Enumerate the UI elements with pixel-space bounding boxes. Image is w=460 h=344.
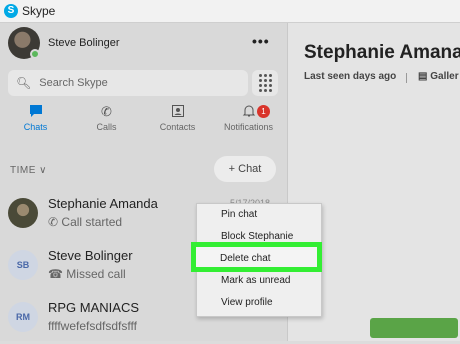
dialpad-button[interactable]	[252, 70, 278, 96]
chat-name: RPG MANIACS	[48, 300, 140, 315]
window-title: Skype	[22, 4, 56, 18]
title-bar: S Skype	[0, 0, 460, 23]
phone-icon: ✆	[101, 104, 112, 119]
menu-item-view-profile[interactable]: View profile	[197, 292, 321, 314]
watermark-logo	[370, 318, 458, 338]
profile-name[interactable]: Steve Bolinger	[48, 37, 120, 49]
new-chat-button[interactable]: + Chat	[214, 156, 276, 182]
gallery-icon: ▤	[418, 71, 428, 82]
tab-label: Contacts	[159, 122, 196, 132]
contacts-icon	[142, 104, 213, 122]
search-bar[interactable]: 🔍︎	[8, 70, 248, 96]
new-chat-label: Chat	[238, 163, 262, 175]
tab-label: Notifications	[223, 122, 274, 132]
menu-item-mark-unread[interactable]: Mark as unread	[197, 270, 321, 292]
notification-badge: 1	[257, 105, 270, 118]
chat-preview: ffffwefefsdfsdfsfff	[48, 319, 137, 333]
chat-preview: ☎ Missed call	[48, 267, 126, 281]
gallery-link[interactable]: ▤ Galler	[418, 71, 459, 82]
avatar	[8, 198, 38, 228]
main-tabs: Chats ✆ Calls Contacts Notifications 1	[0, 104, 287, 144]
missed-call-icon: ☎	[48, 267, 63, 281]
tab-notifications[interactable]: Notifications 1	[213, 104, 284, 144]
sort-dropdown[interactable]: TIME ∨	[10, 165, 47, 176]
menu-item-pin-chat[interactable]: Pin chat	[197, 204, 321, 226]
chat-preview: ✆ Call started	[48, 215, 123, 229]
chat-icon	[0, 104, 71, 122]
tab-chats[interactable]: Chats	[0, 104, 71, 144]
chat-name: Steve Bolinger	[48, 248, 133, 263]
bell-icon	[213, 104, 284, 122]
skype-logo-icon: S	[4, 4, 18, 18]
tab-label: Calls	[96, 122, 117, 132]
tab-contacts[interactable]: Contacts	[142, 104, 213, 144]
presence-indicator	[30, 49, 40, 59]
divider	[406, 73, 407, 83]
chevron-down-icon: ∨	[39, 165, 47, 176]
avatar: SB	[8, 250, 38, 280]
plus-icon: +	[228, 163, 236, 175]
tab-label: Chats	[23, 122, 48, 132]
chat-name: Stephanie Amanda	[48, 196, 158, 211]
search-icon: 🔍︎	[16, 76, 32, 90]
sort-label: TIME	[10, 165, 36, 176]
conversation-title: Stephanie Amana	[304, 42, 460, 63]
menu-item-label: Delete chat	[220, 253, 271, 264]
more-options-button[interactable]: •••	[252, 33, 270, 49]
avatar: RM	[8, 302, 38, 332]
phone-icon: ✆	[48, 215, 59, 229]
last-seen-status: Last seen days ago	[304, 71, 397, 82]
delete-chat-highlight[interactable]: Delete chat	[191, 242, 322, 272]
tab-calls[interactable]: ✆ Calls	[71, 104, 142, 144]
search-input[interactable]	[37, 76, 242, 90]
